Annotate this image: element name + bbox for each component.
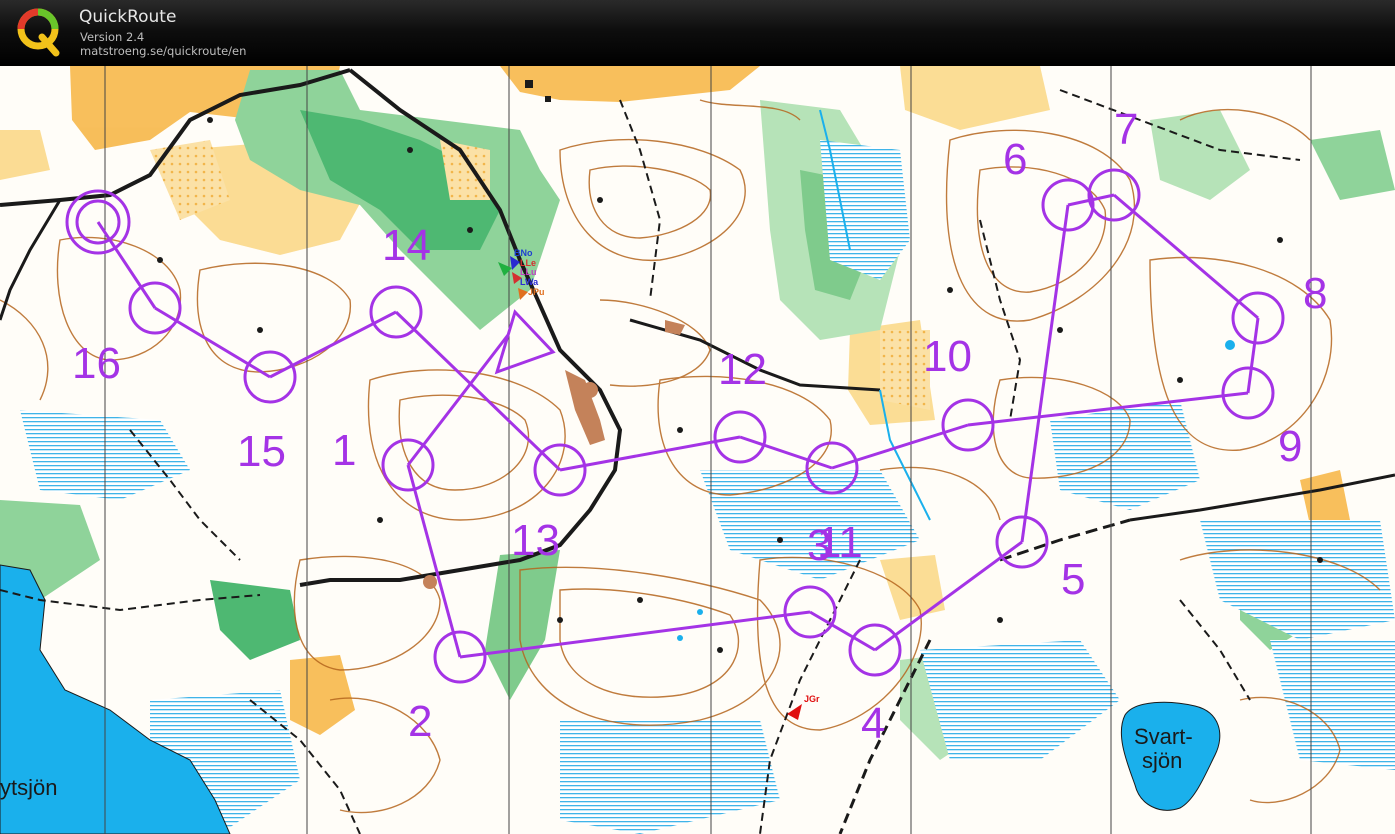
control-label-6: 6 <box>1003 135 1027 184</box>
control-label-11: 11 <box>817 518 863 567</box>
control-label-5: 5 <box>1061 555 1085 604</box>
control-label-13: 13 <box>511 516 560 565</box>
runner-label: JGr <box>804 694 820 704</box>
runner-label: LWa <box>520 277 539 287</box>
orienteering-map[interactable]: 1 2 3 4 5 6 7 8 9 10 11 12 13 14 15 16 B… <box>0 66 1395 834</box>
quickroute-logo-icon <box>17 8 60 57</box>
control-label-10: 10 <box>923 332 972 381</box>
control-label-14: 14 <box>382 221 431 270</box>
control-label-7: 7 <box>1114 105 1138 154</box>
runner-label: BNo <box>514 248 533 258</box>
app-title: QuickRoute <box>79 7 177 27</box>
lake-name-svartsjon-line2: sjön <box>1142 748 1182 773</box>
control-label-15: 15 <box>237 427 286 476</box>
control-label-16: 16 <box>72 339 121 388</box>
title-bar: QuickRoute Version 2.4 matstroeng.se/qui… <box>0 0 1395 66</box>
map-canvas: 1 2 3 4 5 6 7 8 9 10 11 12 13 14 15 16 B… <box>0 66 1395 834</box>
runner-label: LLu <box>520 267 537 277</box>
lake-name-svartsjon-line1: Svart- <box>1134 724 1193 749</box>
runner-label: JPu <box>528 287 545 297</box>
control-label-8: 8 <box>1303 269 1327 318</box>
control-label-2: 2 <box>408 697 432 746</box>
control-label-12: 12 <box>718 345 767 394</box>
lake-name-ytsjon: ytsjön <box>0 775 57 800</box>
app-url[interactable]: matstroeng.se/quickroute/en <box>80 44 246 58</box>
control-label-1: 1 <box>332 426 356 475</box>
control-label-4: 4 <box>861 699 885 748</box>
app-version: Version 2.4 <box>80 30 145 44</box>
control-label-9: 9 <box>1278 422 1302 471</box>
